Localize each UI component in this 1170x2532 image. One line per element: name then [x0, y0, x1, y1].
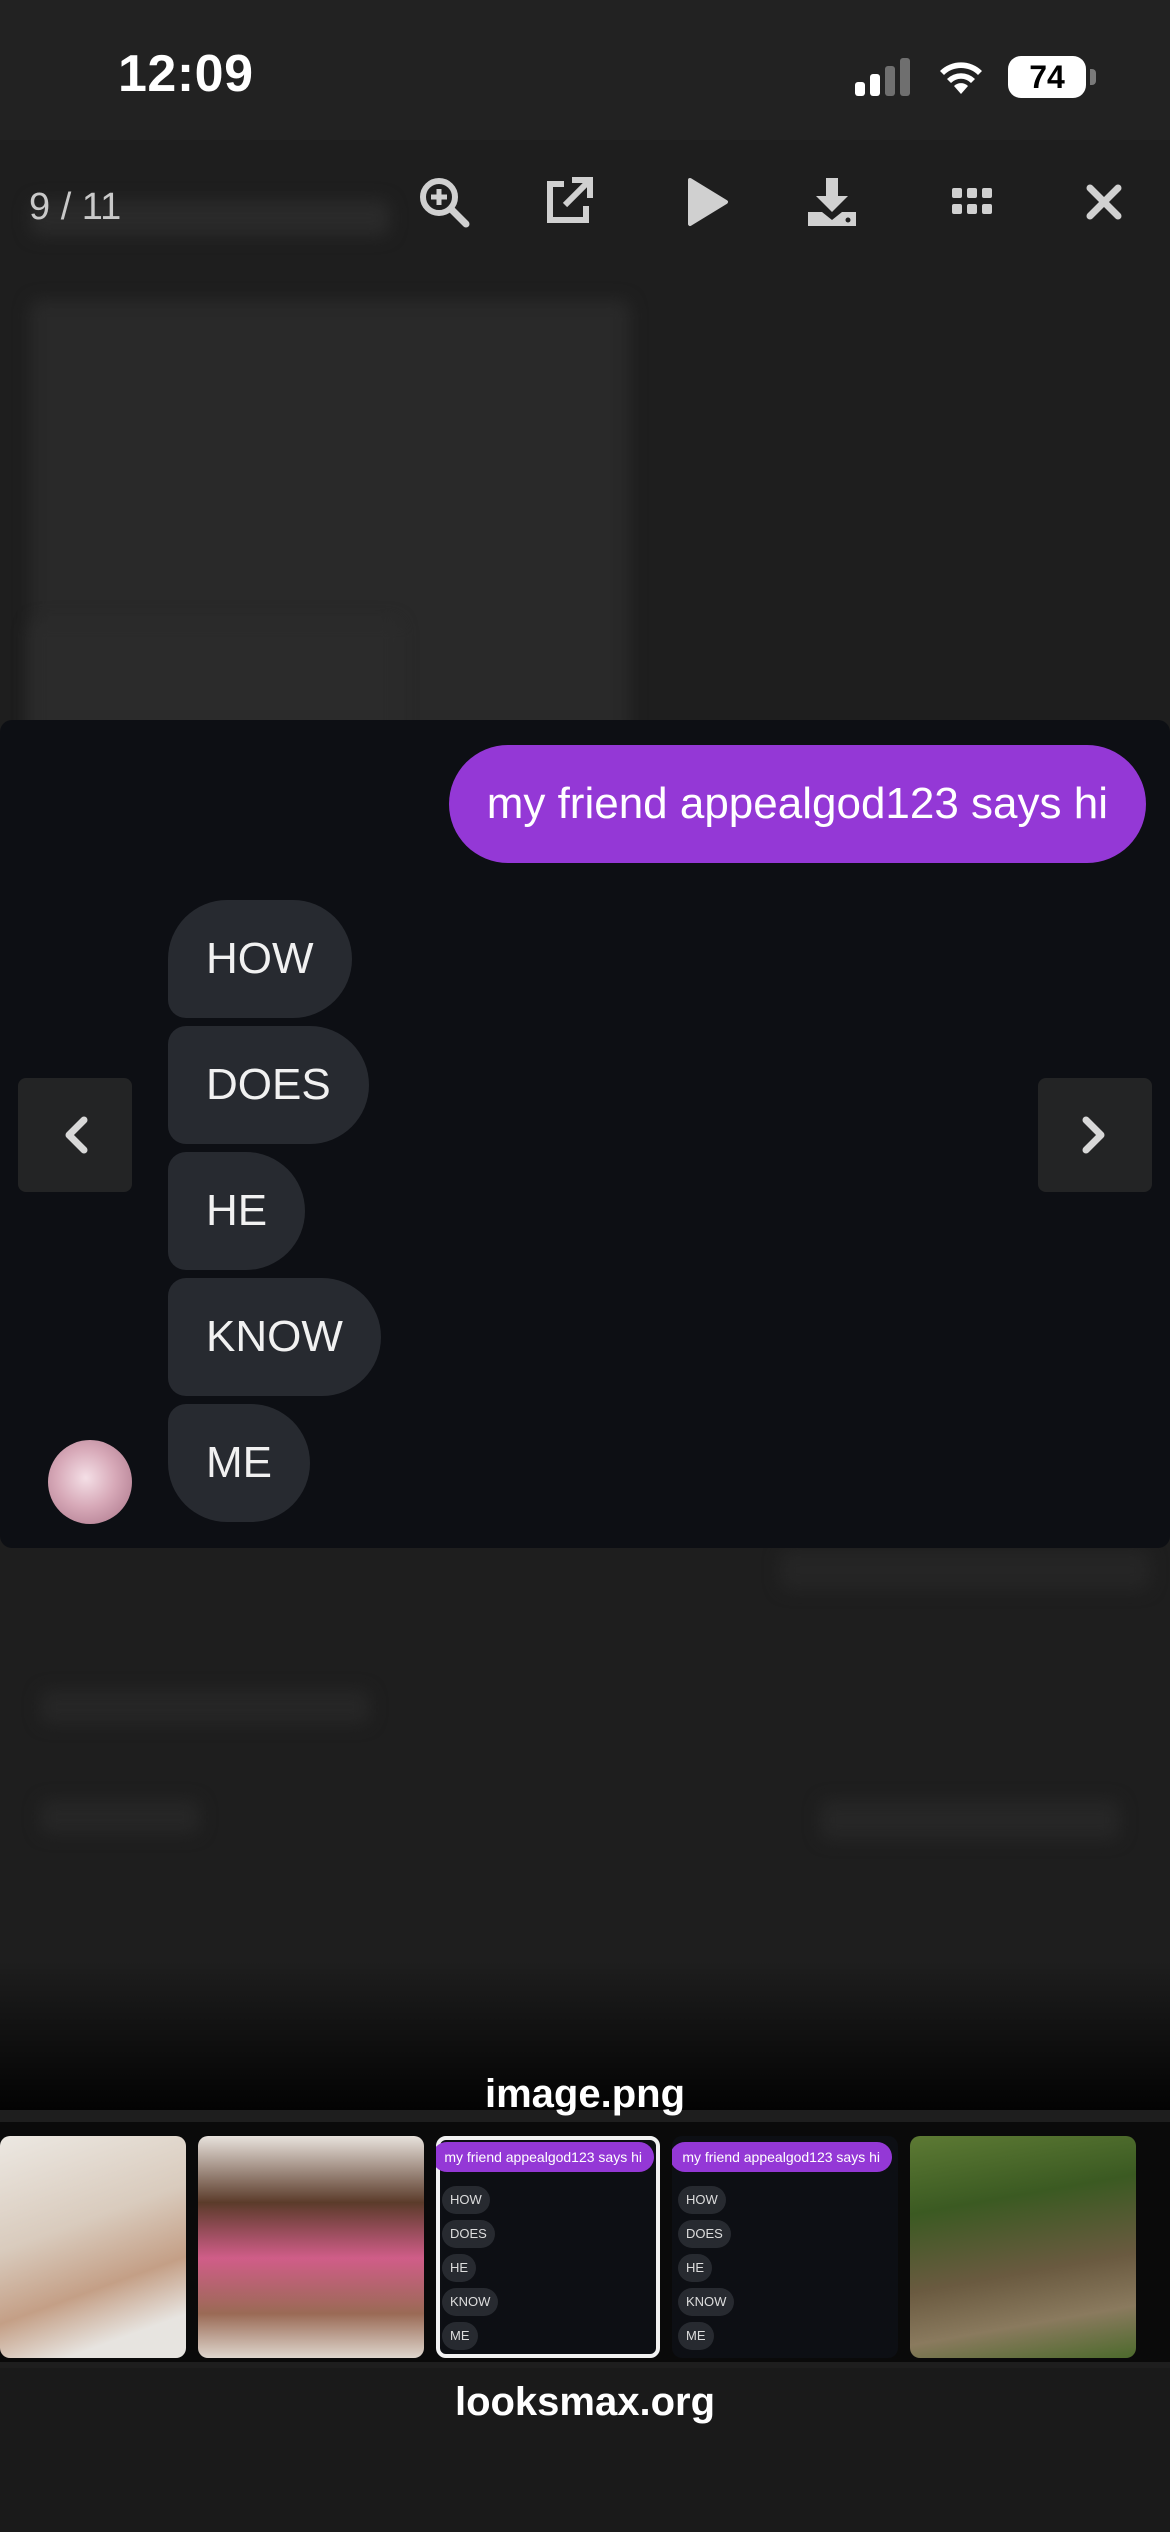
thumbnails-toggle-button[interactable]	[942, 172, 1002, 232]
thumbnail-received-bubble: HE	[678, 2254, 713, 2282]
status-time: 12:09	[118, 45, 254, 103]
received-message-bubble: HE	[168, 1152, 306, 1270]
site-name: looksmax.org	[454, 2380, 716, 2424]
thumbnail-received-bubble: KNOW	[678, 2288, 735, 2316]
chevron-right-icon	[1082, 1116, 1105, 1154]
zoom-in-button[interactable]	[414, 172, 474, 232]
lightbox-image[interactable]: my friend appealgod123 says hi HOW DOES …	[0, 720, 1170, 1548]
thumbnail-3-active[interactable]: my friend appealgod123 says hi HOW DOES …	[436, 2136, 660, 2358]
thumbnail-4[interactable]: my friend appealgod123 says hi HOW DOES …	[672, 2136, 898, 2358]
zoom-in-icon	[420, 178, 470, 228]
next-image-button[interactable]	[1038, 1078, 1152, 1192]
grid-icon	[952, 188, 992, 214]
thumbnail-2[interactable]	[198, 2136, 424, 2358]
close-icon	[1086, 184, 1122, 220]
open-external-button[interactable]	[538, 172, 598, 232]
thumbnail-5[interactable]	[910, 2136, 1136, 2358]
thumbnail-sent-bubble: my friend appealgod123 says hi	[672, 2142, 892, 2172]
thumbnail-received-bubble: DOES	[442, 2220, 495, 2248]
status-bar: 12:09 74	[0, 0, 1170, 140]
received-message-bubble: ME	[168, 1404, 310, 1522]
thumbnail-received-bubble: ME	[442, 2322, 478, 2350]
wifi-icon	[940, 62, 982, 94]
thumbnail-strip[interactable]: my friend appealgod123 says hi HOW DOES …	[0, 2122, 1170, 2362]
battery-tip	[1090, 69, 1096, 85]
image-caption: image.png	[484, 2072, 686, 2116]
thumbnail-sent-bubble: my friend appealgod123 says hi	[436, 2142, 654, 2172]
previous-image-button[interactable]	[18, 1078, 132, 1192]
thumbnail-received-bubble: KNOW	[442, 2288, 499, 2316]
received-message-bubble: DOES	[168, 1026, 369, 1144]
image-counter: 9 / 11	[29, 186, 122, 228]
thumbnail-received-bubble: ME	[678, 2322, 714, 2350]
slideshow-play-button[interactable]	[676, 172, 736, 232]
thumbnail-received-bubble: HOW	[442, 2186, 490, 2214]
thumbnail-received-bubble: DOES	[678, 2220, 731, 2248]
download-icon	[808, 178, 856, 226]
received-message-bubble: HOW	[168, 900, 352, 1018]
received-message-bubble: KNOW	[168, 1278, 381, 1396]
thumbnail-received-bubble: HE	[442, 2254, 477, 2282]
thumbnail-received-bubble: HOW	[678, 2186, 726, 2214]
download-button[interactable]	[802, 172, 862, 232]
close-button[interactable]	[1074, 172, 1134, 232]
sent-message-bubble: my friend appealgod123 says hi	[448, 745, 1146, 863]
chevron-left-icon	[65, 1116, 88, 1154]
sender-avatar	[48, 1440, 132, 1524]
play-icon	[688, 178, 728, 226]
cellular-signal-icon	[855, 58, 915, 96]
thumbnail-1[interactable]	[0, 2136, 186, 2358]
external-link-icon	[547, 177, 593, 223]
battery-indicator: 74	[1008, 56, 1086, 98]
